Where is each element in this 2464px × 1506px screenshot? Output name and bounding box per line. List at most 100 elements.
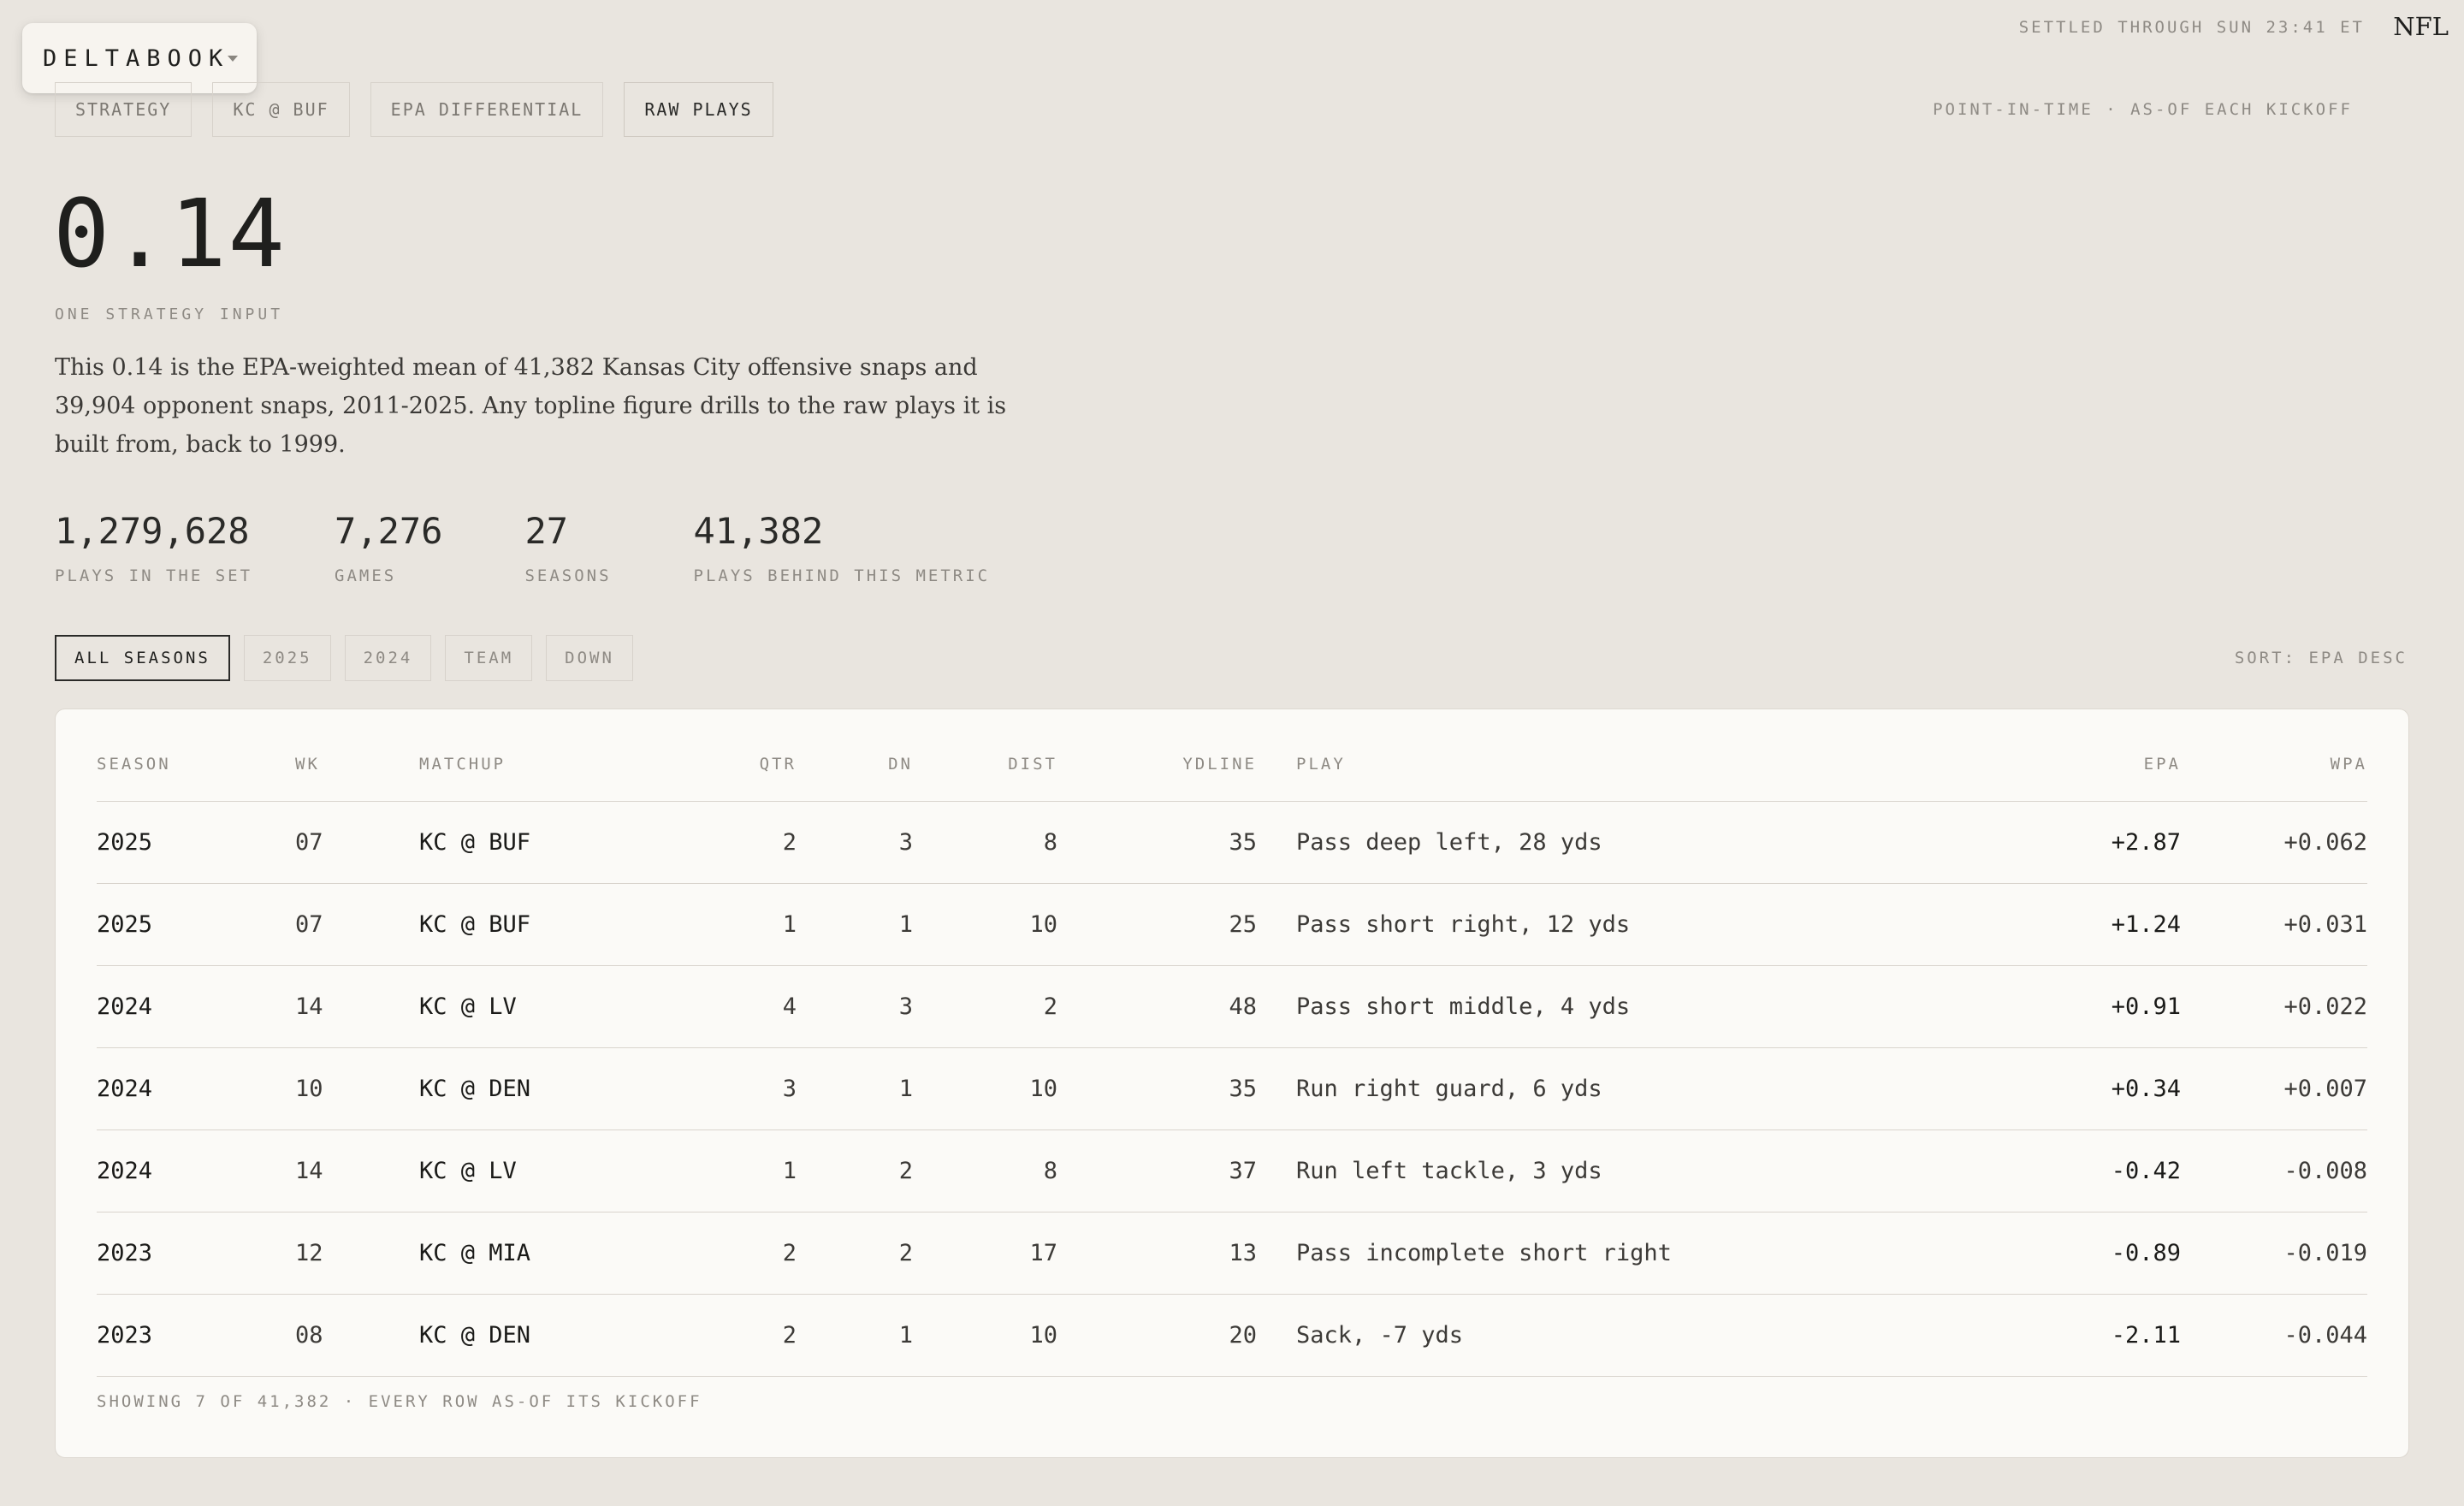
cell-dist: 10 — [1029, 1322, 1057, 1349]
col-dist[interactable]: DIST — [1008, 755, 1057, 774]
cell-dist: 17 — [1029, 1240, 1057, 1266]
cell-epa: +0.34 — [2111, 1076, 2181, 1102]
breadcrumb: STRATEGY KC @ BUF EPA DIFFERENTIAL RAW P… — [55, 82, 773, 137]
cell-dist: 8 — [1043, 829, 1057, 856]
cell-matchup: KC @ BUF — [419, 829, 531, 856]
cell-wk: 12 — [295, 1240, 323, 1266]
col-epa[interactable]: EPA — [2144, 755, 2181, 774]
filter-2025[interactable]: 2025 — [243, 635, 331, 681]
filter-down[interactable]: DOWN — [546, 635, 633, 681]
cell-season: 2024 — [97, 1158, 153, 1184]
cell-dn: 2 — [898, 1158, 913, 1184]
col-dn[interactable]: DN — [888, 755, 913, 774]
cell-qtr: 2 — [782, 829, 797, 856]
cell-wpa: -0.044 — [2283, 1322, 2367, 1349]
cell-ydline: 48 — [1229, 993, 1257, 1020]
table-row[interactable]: 2024 14 KC @ LV 4 3 2 48 Pass short midd… — [97, 966, 2367, 1048]
cell-dn: 2 — [898, 1240, 913, 1266]
stat-seasons: 27 SEASONS — [524, 510, 612, 586]
table-row[interactable]: 2024 10 KC @ DEN 3 1 10 35 Run right gua… — [97, 1048, 2367, 1130]
col-wk[interactable]: WK — [295, 755, 320, 774]
stats-row: 1,279,628 PLAYS IN THE SET 7,276 GAMES 2… — [55, 510, 991, 586]
cell-qtr: 2 — [782, 1322, 797, 1349]
col-matchup[interactable]: MATCHUP — [419, 755, 506, 774]
cell-matchup: KC @ MIA — [419, 1240, 531, 1266]
cell-wpa: +0.007 — [2283, 1076, 2367, 1102]
cell-dn: 1 — [898, 1076, 913, 1102]
stat-plays-behind-metric: 41,382 PLAYS BEHIND THIS METRIC — [693, 510, 991, 586]
stat-value: 41,382 — [693, 510, 824, 552]
cell-epa: -0.89 — [2111, 1240, 2181, 1266]
cell-play: Pass short right, 12 yds — [1296, 911, 1631, 938]
col-qtr[interactable]: QTR — [760, 755, 797, 774]
col-season[interactable]: SEASON — [97, 755, 171, 774]
cell-season: 2023 — [97, 1322, 153, 1349]
sort-control[interactable]: SORT: EPA DESC — [2235, 649, 2408, 667]
cell-qtr: 1 — [782, 911, 797, 938]
cell-dn: 3 — [898, 993, 913, 1020]
cell-play: Sack, -7 yds — [1296, 1322, 1464, 1349]
breadcrumb-raw-plays[interactable]: RAW PLAYS — [624, 82, 773, 137]
table-row[interactable]: 2025 07 KC @ BUF 1 1 10 25 Pass short ri… — [97, 884, 2367, 966]
cell-dn: 1 — [898, 1322, 913, 1349]
cell-wk: 08 — [295, 1322, 323, 1349]
table-row[interactable]: 2024 14 KC @ LV 1 2 8 37 Run left tackle… — [97, 1130, 2367, 1213]
cell-dist: 10 — [1029, 1076, 1057, 1102]
breadcrumb-strategy[interactable]: STRATEGY — [55, 82, 192, 137]
cell-qtr: 1 — [782, 1158, 797, 1184]
brand-name: DELTABOOK — [43, 44, 230, 72]
cell-season: 2025 — [97, 829, 153, 856]
chevron-down-icon — [228, 56, 238, 62]
cell-wk: 07 — [295, 829, 323, 856]
cell-matchup: KC @ DEN — [419, 1076, 531, 1102]
cell-wk: 14 — [295, 1158, 323, 1184]
cell-season: 2024 — [97, 1076, 153, 1102]
stat-label: SEASONS — [524, 566, 612, 585]
cell-play: Pass incomplete short right — [1296, 1240, 1672, 1266]
cell-matchup: KC @ LV — [419, 993, 517, 1020]
col-ydline[interactable]: YDLINE — [1182, 755, 1257, 774]
table-row[interactable]: 2023 12 KC @ MIA 2 2 17 13 Pass incomple… — [97, 1213, 2367, 1295]
col-play[interactable]: PLAY — [1296, 755, 1346, 774]
table-header: SEASON WK MATCHUP QTR DN DIST YDLINE PLA… — [97, 709, 2367, 802]
cell-dist: 8 — [1043, 1158, 1057, 1184]
cell-season: 2024 — [97, 993, 153, 1020]
breadcrumb-epa-differential[interactable]: EPA DIFFERENTIAL — [370, 82, 604, 137]
cell-epa: -2.11 — [2111, 1322, 2181, 1349]
stat-value: 27 — [524, 510, 569, 552]
cell-matchup: KC @ BUF — [419, 911, 531, 938]
cell-wpa: +0.062 — [2283, 829, 2367, 856]
filter-all-seasons[interactable]: ALL SEASONS — [55, 635, 230, 681]
settled-status: SETTLED THROUGH SUN 23:41 ET — [2018, 18, 2365, 37]
metric-value: 0.14 — [53, 179, 287, 288]
filter-team[interactable]: TEAM — [445, 635, 533, 681]
breadcrumb-matchup[interactable]: KC @ BUF — [212, 82, 350, 137]
cell-ydline: 20 — [1229, 1322, 1257, 1349]
cell-wpa: -0.008 — [2283, 1158, 2367, 1184]
stat-label: PLAYS BEHIND THIS METRIC — [693, 566, 991, 585]
table-row[interactable]: 2023 08 KC @ DEN 2 1 10 20 Sack, -7 yds … — [97, 1295, 2367, 1377]
cell-wpa: -0.019 — [2283, 1240, 2367, 1266]
plays-table: SEASON WK MATCHUP QTR DN DIST YDLINE PLA… — [55, 709, 2409, 1458]
cell-dn: 3 — [898, 829, 913, 856]
cell-wk: 10 — [295, 1076, 323, 1102]
cell-play: Run right guard, 6 yds — [1296, 1076, 1602, 1102]
cell-dist: 2 — [1043, 993, 1057, 1020]
cell-ydline: 35 — [1229, 829, 1257, 856]
metric-caption: ONE STRATEGY INPUT — [55, 305, 284, 323]
table-row[interactable]: 2025 07 KC @ BUF 2 3 8 35 Pass deep left… — [97, 802, 2367, 884]
cell-matchup: KC @ LV — [419, 1158, 517, 1184]
filter-2024[interactable]: 2024 — [344, 635, 432, 681]
stat-value: 1,279,628 — [55, 510, 250, 552]
stat-games: 7,276 GAMES — [335, 513, 442, 586]
col-wpa[interactable]: WPA — [2331, 755, 2367, 774]
cell-season: 2023 — [97, 1240, 153, 1266]
stat-label: GAMES — [335, 566, 397, 585]
cell-wpa: +0.031 — [2283, 911, 2367, 938]
cell-qtr: 3 — [782, 1076, 797, 1102]
cell-season: 2025 — [97, 911, 153, 938]
cell-dist: 10 — [1029, 911, 1057, 938]
league-label: NFL — [2393, 12, 2449, 41]
filter-bar: ALL SEASONS 2025 2024 TEAM DOWN — [55, 635, 633, 681]
cell-dn: 1 — [898, 911, 913, 938]
